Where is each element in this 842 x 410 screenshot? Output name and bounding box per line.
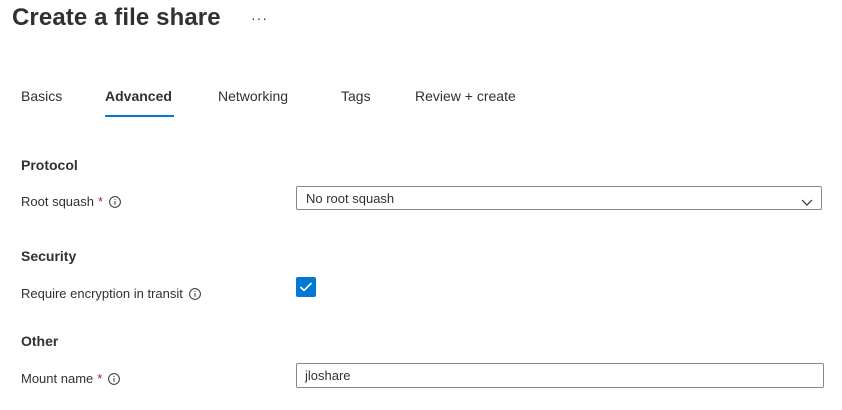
checkmark-icon	[299, 282, 313, 292]
encryption-label: Require encryption in transit	[21, 286, 201, 301]
mount-name-label-text: Mount name	[21, 371, 94, 386]
page-title: Create a file share	[12, 4, 221, 31]
tab-advanced[interactable]: Advanced	[105, 88, 172, 116]
encryption-label-text: Require encryption in transit	[21, 286, 183, 301]
mount-name-label: Mount name *	[21, 371, 121, 386]
section-heading-other: Other	[21, 333, 59, 349]
info-icon[interactable]	[108, 372, 121, 385]
required-marker: *	[98, 194, 104, 209]
tab-tags[interactable]: Tags	[341, 88, 371, 116]
root-squash-selected-value: No root squash	[306, 191, 395, 206]
tab-basics[interactable]: Basics	[21, 88, 62, 116]
mount-name-input[interactable]	[296, 363, 824, 388]
section-heading-protocol: Protocol	[21, 157, 78, 173]
tab-networking[interactable]: Networking	[218, 88, 288, 116]
section-heading-security: Security	[21, 248, 77, 264]
chevron-down-icon	[801, 194, 813, 206]
root-squash-dropdown[interactable]: No root squash	[296, 186, 822, 210]
info-icon[interactable]	[109, 195, 121, 208]
encryption-checkbox[interactable]	[296, 277, 316, 297]
required-marker: *	[97, 371, 103, 386]
tab-review-create[interactable]: Review + create	[415, 88, 516, 116]
root-squash-label-text: Root squash	[21, 194, 94, 209]
active-tab-indicator	[105, 115, 174, 117]
root-squash-label: Root squash *	[21, 194, 121, 209]
info-icon[interactable]	[188, 287, 201, 300]
more-options-button[interactable]: ···	[251, 10, 268, 26]
